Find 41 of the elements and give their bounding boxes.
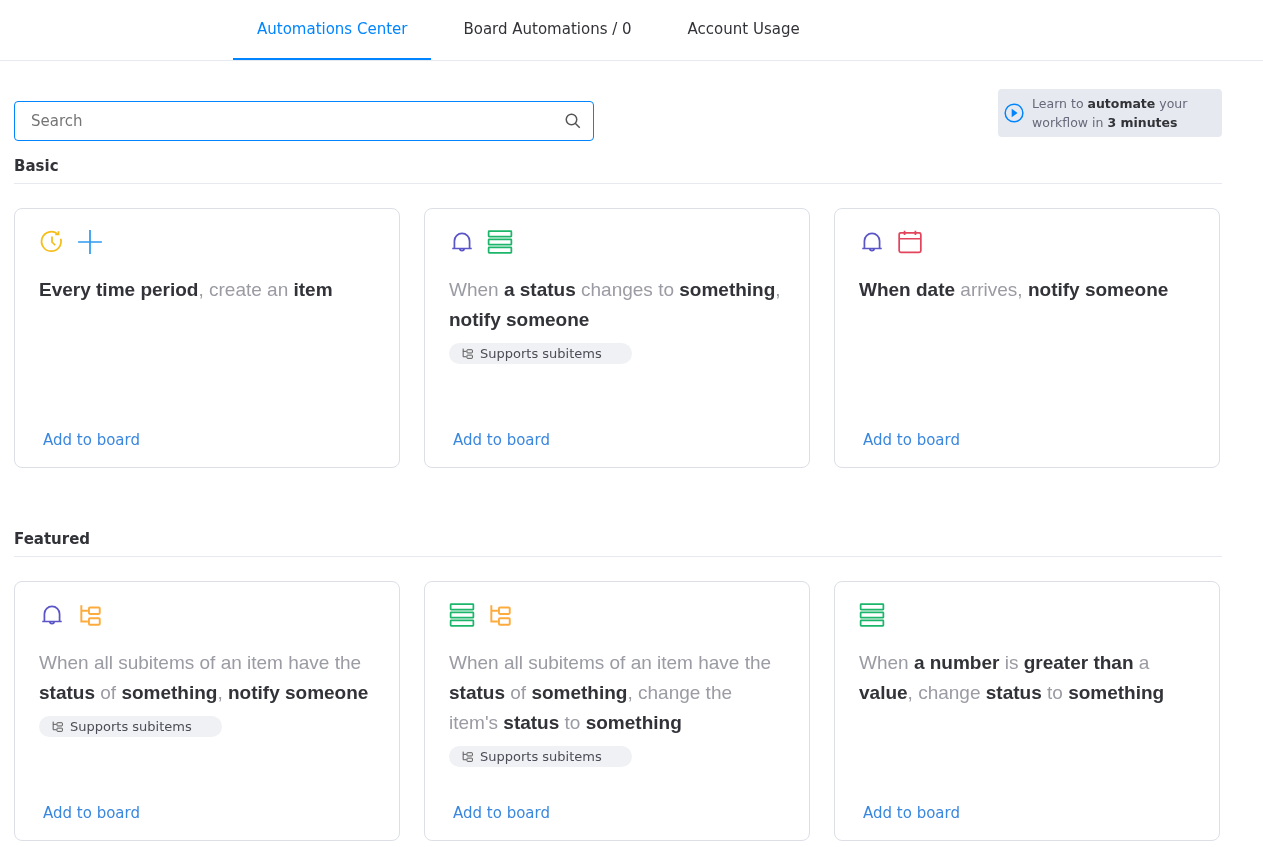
automation-recipe: Every time period, create an item — [39, 278, 334, 302]
automation-recipe: When a status changes to something, notify someone — [449, 278, 782, 332]
automation-card[interactable]: When all subitems of an item have the status of something, notify someone Supports subitems Add to board — [14, 581, 400, 841]
automation-card[interactable]: When date arrives, notify someone Add to board — [834, 208, 1220, 468]
search-field[interactable]: Search — [14, 101, 594, 141]
subitems-icon — [461, 750, 474, 763]
rows-icon — [859, 602, 885, 628]
automation-card[interactable]: When a status changes to something, notify someone Supports subitems Add to board — [424, 208, 810, 468]
badge-label: Supports subitems — [480, 346, 602, 361]
subitems-icon — [77, 602, 103, 628]
rows-icon — [487, 229, 513, 255]
badge-label: Supports subitems — [70, 719, 192, 734]
automation-card[interactable]: When a number is greater than a value, change status to something Add to board — [834, 581, 1220, 841]
automation-recipe: When a number is greater than a value, change status to something — [859, 651, 1166, 705]
add-to-board-link[interactable]: Add to board — [43, 431, 375, 449]
clock-icon — [39, 229, 65, 255]
automation-recipe: When date arrives, notify someone — [859, 278, 1170, 302]
search-icon[interactable] — [564, 112, 582, 130]
plus-icon — [77, 229, 103, 255]
promo-text: Learn to automate your workflow in 3 minutes — [1032, 95, 1189, 132]
add-to-board-link[interactable]: Add to board — [453, 804, 785, 822]
rows-icon — [449, 602, 475, 628]
calendar-icon — [897, 229, 923, 255]
tab[interactable]: Account Usage — [663, 0, 824, 60]
video-promo[interactable]: Learn to automate your workflow in 3 minutes — [998, 89, 1222, 137]
badge-label: Supports subitems — [480, 749, 602, 764]
tab[interactable]: Automations Center — [233, 0, 432, 60]
add-to-board-link[interactable]: Add to board — [863, 804, 1195, 822]
subitems-icon — [487, 602, 513, 628]
automation-card[interactable]: When all subitems of an item have the status of something, change the item's status to something Supports subitems Add to board — [424, 581, 810, 841]
add-to-board-link[interactable]: Add to board — [863, 431, 1195, 449]
automation-recipe: When all subitems of an item have the status of something, change the item's status to something — [449, 651, 773, 735]
add-to-board-link[interactable]: Add to board — [453, 431, 785, 449]
automation-recipe: When all subitems of an item have the status of something, notify someone — [39, 651, 370, 705]
section-title: Featured — [14, 526, 1222, 557]
subitems-icon — [461, 347, 474, 360]
tab[interactable]: Board Automations / 0 — [439, 0, 656, 60]
add-to-board-link[interactable]: Add to board — [43, 804, 375, 822]
automation-card[interactable]: Every time period, create an item Add to board — [14, 208, 400, 468]
subitems-icon — [51, 720, 64, 733]
section-title: Basic — [14, 153, 1222, 184]
